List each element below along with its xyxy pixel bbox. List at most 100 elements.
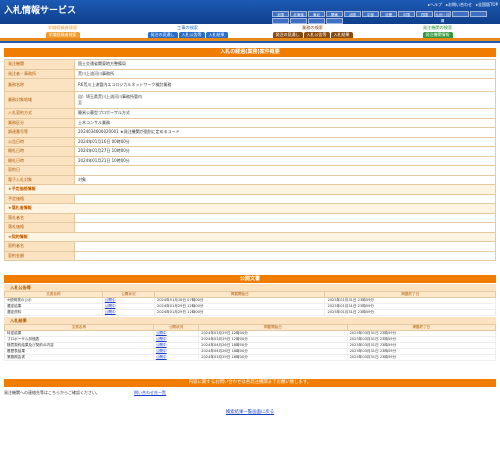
nav-tab[interactable]: 入札公告等 bbox=[178, 32, 205, 38]
region-tab[interactable] bbox=[470, 11, 487, 17]
detail-value: 2024年01月27日 10時00分 bbox=[74, 146, 496, 157]
detail-key: 開札日時 bbox=[4, 146, 75, 157]
region-tab[interactable]: 関東 bbox=[326, 11, 343, 17]
detail-row: 入札契約方式 簡易公募型プロポーザル方式 bbox=[4, 108, 496, 119]
doc-group-label: 入札結果 bbox=[4, 317, 496, 324]
detail-value bbox=[74, 212, 496, 223]
doc-cell: 2025年03月31日 23時59分 bbox=[346, 354, 497, 361]
region-tab[interactable]: 中部 bbox=[362, 11, 379, 17]
detail-value: 対象 bbox=[74, 174, 496, 185]
doc-cell: 2024年03月29日 18時00分 bbox=[198, 354, 348, 361]
region-tab[interactable]: 東北 bbox=[308, 11, 325, 17]
detail-key: 業務名称 bbox=[4, 78, 75, 92]
contact-note: 発注機関への連絡先等はこちらからご確認ください。 bbox=[4, 390, 100, 395]
nav-tab[interactable]: 学識経験者検索 bbox=[45, 32, 80, 38]
detail-key: 契約金額 bbox=[4, 250, 75, 261]
doc-cell: 選定資料 bbox=[4, 309, 103, 316]
region-tab[interactable]: 北陸 bbox=[344, 11, 361, 17]
detail-row: 契約者名 bbox=[4, 241, 496, 252]
detail-key: 落札価格 bbox=[4, 222, 75, 233]
detail-row: ★契約情報 bbox=[4, 231, 496, 242]
detail-key: 発注者・事務所 bbox=[4, 68, 75, 79]
detail-row: 業務区分 土木コンサル業務 bbox=[4, 117, 496, 128]
nav-group-label: 工事の検索 bbox=[177, 25, 198, 30]
detail-value: 2024034600020001 ★発注機関が個別に定めるコード bbox=[74, 127, 496, 138]
detail-key: ★契約情報 bbox=[4, 231, 496, 242]
detail-value: R6荒川上流管内エコロジカルネットワーク検討業務 bbox=[74, 78, 496, 92]
detail-row: 発注機関 国土交通省関東地方整備局 bbox=[4, 59, 496, 70]
doc-cell: 2024年01月29日 12時00分 bbox=[153, 309, 326, 316]
region-tab[interactable]: 九州・沖縄 bbox=[434, 11, 451, 23]
detail-row: ★予定価格情報 bbox=[4, 184, 496, 195]
doc-group-label: 入札公告等 bbox=[4, 284, 496, 291]
detail-key: 開札日時 bbox=[4, 155, 75, 166]
detail-row: 業務対象地域 自）埼玉県荒川上流河川事務所管内 至 bbox=[4, 91, 496, 109]
detail-key: 電子入札対象 bbox=[4, 174, 75, 185]
doc-status-link[interactable]: 公開中 bbox=[101, 309, 155, 316]
header-bar: 入札情報サービス ▸ヘルプ ▸お問い合わせ ▸全国版TOP 全国 北海道 東北 関東 北陸中… bbox=[0, 0, 500, 24]
detail-key: ★落札者情報 bbox=[4, 203, 496, 214]
detail-row: 業務名称 R6荒川上流管内エコロジカルネットワーク検討業務 bbox=[4, 78, 496, 92]
detail-key: ★予定価格情報 bbox=[4, 184, 496, 195]
nav-group: 工事の検索発注の見通し 入札公告等 入札結果 bbox=[127, 24, 248, 38]
top-link[interactable]: ▸ヘルプ bbox=[428, 2, 442, 8]
nav-tab[interactable]: 入札公告等 bbox=[303, 32, 330, 38]
nav-tab[interactable]: 入札結果 bbox=[330, 32, 353, 38]
detail-key: 落札者名 bbox=[4, 212, 75, 223]
detail-table: 発注機関 国土交通省関東地方整備局 発注者・事務所 荒川上流河川事務所 業務名称 R6荒川… bbox=[4, 59, 496, 261]
docs-section: 入札公告等 文書名称 公開状況 掲載開始日 掲載終了日 ※説明書の公示 公開中 2024年01… bbox=[0, 284, 500, 361]
detail-row: 予定価格 bbox=[4, 193, 496, 204]
detail-value: 荒川上流河川事務所 bbox=[74, 68, 496, 79]
region-tab[interactable]: 四国 bbox=[416, 11, 433, 17]
doc-cell: 2025年01月31日 23時59分 bbox=[324, 309, 496, 316]
detail-value: 自）埼玉県荒川上流河川事務所管内 至 bbox=[74, 91, 496, 109]
detail-value bbox=[74, 241, 496, 252]
detail-value bbox=[74, 165, 496, 176]
region-tab[interactable] bbox=[452, 11, 469, 17]
region-tab[interactable]: 全国 bbox=[272, 11, 289, 17]
detail-key: 業務区分 bbox=[4, 117, 75, 128]
detail-key: 契約者名 bbox=[4, 241, 75, 252]
detail-row: 開札日時 2024年01月21日 10時00分 bbox=[4, 155, 496, 166]
contact-list-link[interactable]: 問い合わせ先一覧 bbox=[134, 390, 166, 396]
top-link[interactable]: ▸お問い合わせ bbox=[446, 2, 472, 8]
detail-row: 開札日時 2024年01月27日 10時00分 bbox=[4, 146, 496, 157]
nav-group-label: 業務の検索 bbox=[302, 25, 323, 30]
region-tabs: 全国 北海道 東北 関東 北陸 中部 近畿 中国 四国 九州・沖縄 bbox=[272, 11, 498, 24]
region-tab[interactable]: 中国 bbox=[398, 11, 415, 17]
nav-tab[interactable]: 発注の見通し bbox=[147, 32, 178, 38]
docs-title: 公開文書 bbox=[4, 275, 496, 283]
detail-key: 契約日 bbox=[4, 165, 75, 176]
nav-group: 学識経験者検索 学識経験者検索 bbox=[2, 24, 123, 38]
doc-table: 文書名称 公開状況 掲載開始日 掲載終了日 ※説明書の公示 公開中 2024年01月16日 … bbox=[4, 291, 496, 316]
back-to-results-link[interactable]: 検索結果一覧画面に戻る bbox=[0, 409, 500, 415]
top-links: ▸ヘルプ ▸お問い合わせ ▸全国版TOP bbox=[428, 2, 498, 8]
contact-banner: 内容に関するお問い合わせは各発注機関までお願い致します。 bbox=[4, 379, 496, 387]
site-title: 入札情報サービス bbox=[4, 6, 77, 16]
detail-key: 発注機関 bbox=[4, 59, 75, 70]
detail-key: 業務対象地域 bbox=[4, 91, 75, 109]
detail-row: 発注者・事務所 荒川上流河川事務所 bbox=[4, 68, 496, 79]
doc-status-link[interactable]: 公開中 bbox=[152, 354, 200, 361]
region-tab[interactable]: 北海道 bbox=[290, 11, 307, 17]
nav-tab[interactable]: 入札結果 bbox=[205, 32, 228, 38]
nav-tab[interactable]: 発注機関情報 bbox=[422, 32, 453, 38]
nav-group: 発注機関の検索 発注機関情報 bbox=[377, 24, 498, 38]
detail-title: 入札の経過(業務)案件概要 bbox=[4, 48, 496, 57]
nav-tab[interactable]: 発注の見通し bbox=[272, 32, 303, 38]
detail-value: 2024年01月21日 10時00分 bbox=[74, 155, 496, 166]
detail-row: 落札価格 bbox=[4, 222, 496, 233]
nav-group: 業務の検索発注の見通し 入札公告等 入札結果 bbox=[252, 24, 373, 38]
doc-table: 文書名称 公開状況 掲載開始日 掲載終了日 特定結果 公開中 2024年03月29日 12時… bbox=[4, 324, 497, 361]
detail-value bbox=[74, 250, 496, 261]
detail-key: 入札契約方式 bbox=[4, 108, 75, 119]
top-link[interactable]: ▸全国版TOP bbox=[476, 2, 498, 8]
detail-value bbox=[74, 222, 496, 233]
detail-row: 公告日時 2024年01月16日 00時00分 bbox=[4, 136, 496, 147]
nav-group-label: 学識経験者検索 bbox=[47, 25, 78, 30]
detail-value: 国土交通省関東地方整備局 bbox=[74, 59, 496, 70]
blue-divider bbox=[0, 41, 500, 43]
region-tab[interactable]: 近畿 bbox=[380, 11, 397, 17]
detail-key: 予定価格 bbox=[4, 193, 75, 204]
detail-row: ★落札者情報 bbox=[4, 203, 496, 214]
